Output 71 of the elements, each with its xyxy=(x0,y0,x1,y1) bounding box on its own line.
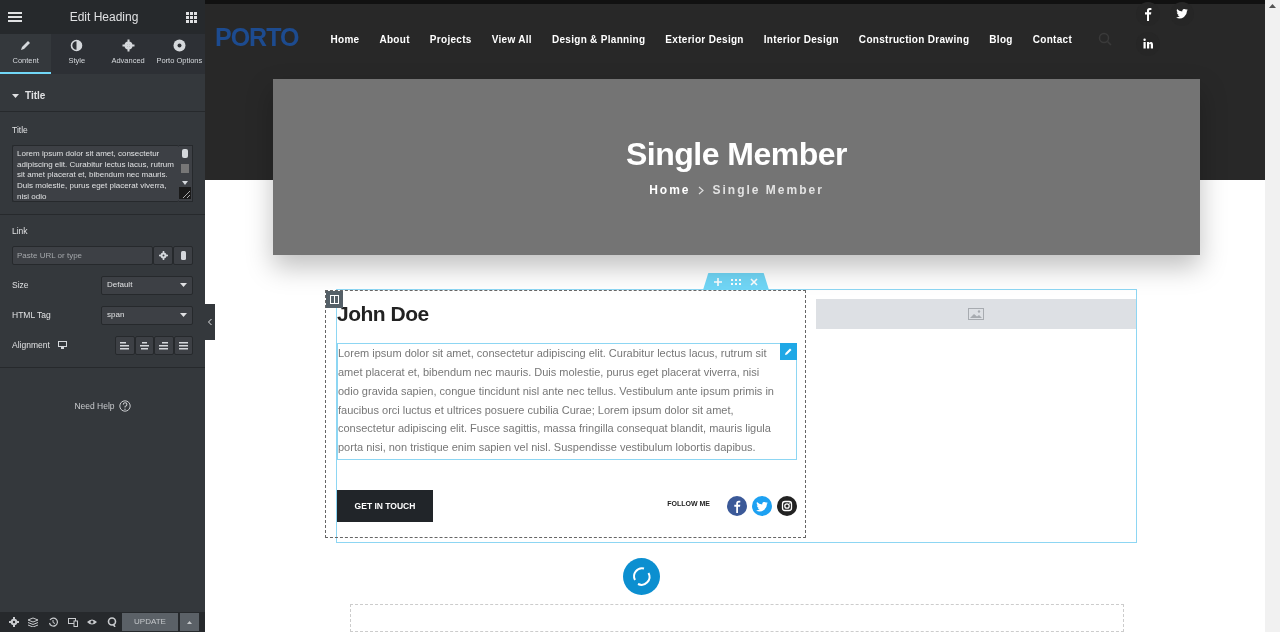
url-input[interactable]: Paste URL or type xyxy=(12,245,153,265)
align-right-icon xyxy=(158,339,170,351)
breadcrumb-link[interactable]: Home xyxy=(649,181,691,200)
eye-icon[interactable] xyxy=(87,617,98,627)
alignment-button[interactable] xyxy=(154,335,174,355)
nav-link[interactable]: Contact xyxy=(1032,31,1073,47)
tag-select[interactable]: span xyxy=(101,305,193,325)
nav-link[interactable]: Exterior Design xyxy=(665,31,744,47)
circle-icon xyxy=(172,39,186,53)
member-name: John Doe xyxy=(337,301,430,327)
help-link[interactable]: Need Help xyxy=(74,399,115,413)
field-label: Size xyxy=(12,278,29,292)
nav-link[interactable]: Home xyxy=(330,31,360,47)
field-label: Alignment xyxy=(12,338,50,352)
align-left-icon xyxy=(119,339,131,351)
size-select[interactable]: Default xyxy=(101,275,193,295)
facebook-icon[interactable] xyxy=(727,495,747,516)
contact-button[interactable]: GET IN TOUCH xyxy=(337,489,433,522)
loading-icon xyxy=(623,557,660,595)
nav-link[interactable]: Blog xyxy=(989,31,1013,47)
page-title: Single Member xyxy=(625,134,848,174)
contrast-icon xyxy=(70,39,84,53)
grid-icon[interactable] xyxy=(186,11,197,23)
caret-icon xyxy=(12,92,19,99)
field-label: Title xyxy=(12,124,29,137)
layers-icon[interactable] xyxy=(28,617,39,627)
caret-icon xyxy=(180,283,187,287)
field-label: HTML Tag xyxy=(12,308,51,322)
gear-icon xyxy=(121,39,135,53)
align-center-icon xyxy=(138,339,150,351)
columns-icon xyxy=(330,295,339,304)
edit-button[interactable] xyxy=(780,343,797,361)
responsive-icon[interactable] xyxy=(67,617,78,627)
desktop-icon xyxy=(57,341,67,349)
history-icon[interactable] xyxy=(48,617,58,627)
caret-icon xyxy=(187,620,193,624)
instagram-icon[interactable] xyxy=(777,495,797,516)
member-bio: Lorem ipsum dolor sit amet, consectetur adipiscing elit. Curabitur lectus lacus, rutrum sit amet placerat et, bibendum nec mauris. Duis molestie, purus eget placerat viverra, nisi odio gravida sapien, congue tincidunt nisl ante nec tellus. Vestibulum ante ipsum primis in faucibus orci luctus et ultrices posuere cubilia Curae; Lorem ipsum dolor sit amet, consectetur adipiscing elit. Fusce sagittis, massa fringilla consequat blandit, mauris ligula porta nisi, non tristique enim sapien vel nisl. Suspendisse vestibulum lobortis dapibus. xyxy=(338,346,775,456)
nav-link[interactable]: Design & Planning xyxy=(551,31,646,47)
nav-link[interactable]: Projects xyxy=(429,31,472,47)
settings-button[interactable] xyxy=(153,245,173,265)
update-button[interactable]: UPDATE xyxy=(121,613,179,631)
resize-handle-icon[interactable] xyxy=(179,186,191,199)
pencil-icon xyxy=(19,39,33,53)
column-handle[interactable] xyxy=(326,291,343,308)
nav-link[interactable]: Interior Design xyxy=(763,31,839,47)
breadcrumb-current: Single Member xyxy=(712,182,824,200)
field-label: Link xyxy=(12,224,29,238)
pencil-icon xyxy=(784,347,793,357)
menu-icon[interactable] xyxy=(8,11,22,23)
title-textarea[interactable]: Lorem ipsum dolor sit amet, consectetur adipiscing elit. Curabitur lectus lacus, rutrum sit amet placerat et, bibendum nec mauris. Duis molestie, purus eget placerat viverra, nisi odio xyxy=(12,144,179,202)
alignment-button[interactable] xyxy=(134,335,154,355)
chevron-icon xyxy=(208,319,212,325)
chevron-icon xyxy=(698,185,705,195)
caret-icon xyxy=(180,313,187,317)
panel-title: Edit Heading xyxy=(69,9,139,26)
settings-icon[interactable] xyxy=(8,617,19,627)
database-icon xyxy=(178,250,188,260)
collapse-handle[interactable] xyxy=(205,304,215,340)
alignment-button[interactable] xyxy=(173,335,193,355)
nav-link[interactable]: Construction Drawing xyxy=(858,31,970,47)
nav-link[interactable]: About xyxy=(379,31,410,47)
search-icon[interactable] xyxy=(106,617,117,627)
image-icon xyxy=(968,308,984,320)
justify-icon xyxy=(177,339,189,351)
nav-link[interactable]: View All xyxy=(491,31,532,47)
alignment-button[interactable] xyxy=(115,335,135,355)
dynamic-button[interactable] xyxy=(173,245,193,265)
help-icon xyxy=(118,399,131,412)
scrollbar-drawing xyxy=(179,161,191,187)
gear-icon xyxy=(158,250,168,260)
